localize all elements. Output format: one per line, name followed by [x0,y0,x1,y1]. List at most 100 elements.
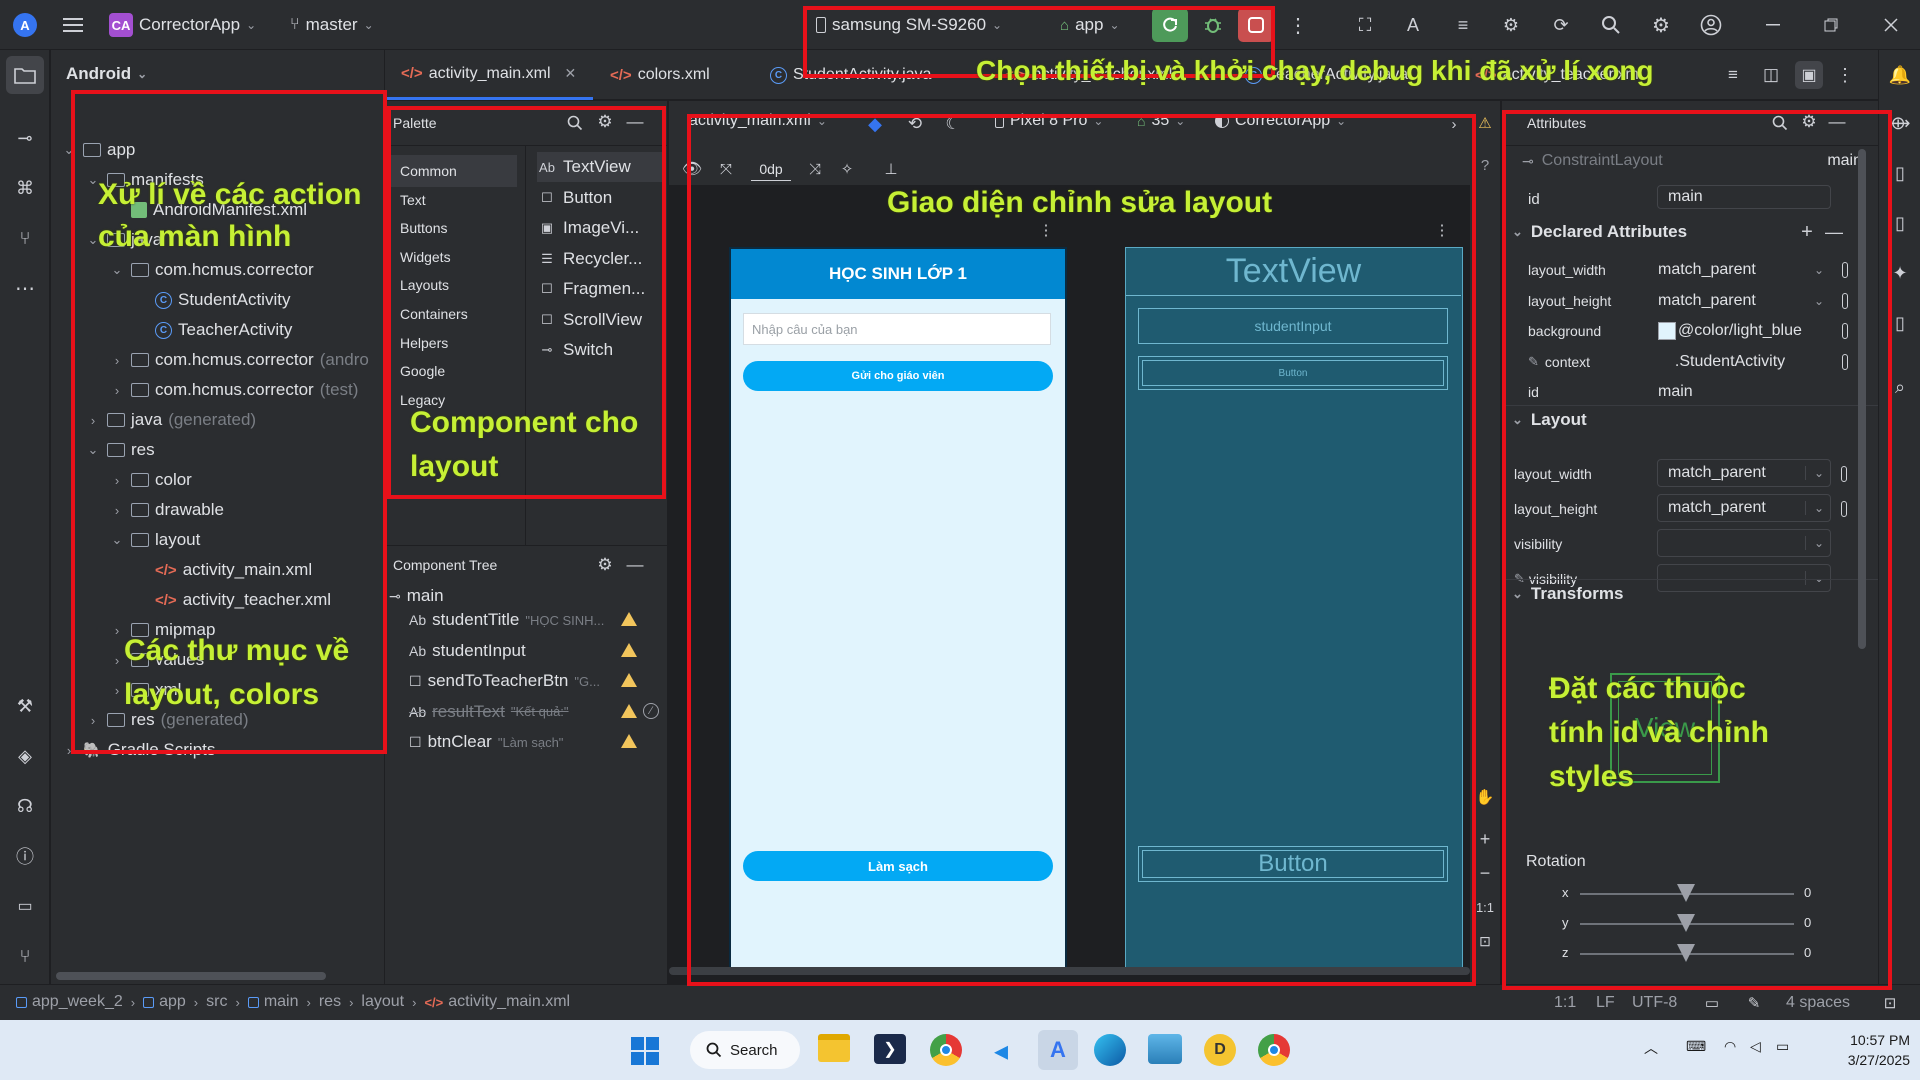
wifi-icon[interactable]: ◠ [1724,1038,1744,1058]
folder-icon [14,68,36,84]
warning-icon[interactable] [621,734,637,748]
breadcrumb-item[interactable]: src [206,993,227,1011]
branch-switcher[interactable]: ⑂ master ⌄ [290,12,374,38]
warning-icon[interactable]: ⚠ [1477,115,1493,132]
layout-inspector-icon[interactable]: ⛶ [1352,12,1378,38]
breadcrumb-label: res [318,993,342,1010]
gradle-icon[interactable]: ⚙ [1498,12,1524,38]
translate-icon[interactable]: A [1400,12,1426,38]
warning-icon[interactable] [621,673,637,687]
breadcrumb-item[interactable]: res [319,993,341,1011]
warning-icon[interactable] [621,703,637,718]
hide-panel-icon[interactable]: — [625,555,645,575]
photos-icon[interactable] [1148,1034,1182,1064]
close-icon[interactable] [1878,12,1904,38]
chevron-right-icon: › [130,994,136,1010]
split-view-icon[interactable]: ◫ [1759,63,1783,87]
zoom-to-actual-icon[interactable]: 1:1 [1475,897,1495,917]
xml-file-icon: </> [401,65,423,82]
breadcrumb-label: src [206,993,228,1010]
indent-setting[interactable]: 4 spaces [1786,994,1850,1012]
close-icon[interactable]: ✕ [565,65,577,82]
lock-icon[interactable]: ⊡ [1880,993,1900,1013]
project-view-selector[interactable]: Android ⌄ [66,64,147,84]
commit-icon[interactable]: ⊸ [11,124,39,152]
help-icon[interactable]: ? [1477,157,1493,174]
tab-colors[interactable]: </> colors.xml [610,50,710,100]
tab-activity-main[interactable]: </> activity_main.xml ✕ [385,50,593,100]
file-explorer-icon[interactable] [818,1034,850,1062]
blocked-icon[interactable]: ∕ [643,702,659,719]
terminal-icon[interactable]: ▭ [11,892,39,920]
chrome-icon[interactable] [930,1034,962,1066]
chrome-profile-icon[interactable] [1258,1034,1290,1066]
chevron-right-icon: › [235,994,240,1010]
component-id: resultText [432,701,505,721]
zoom-out-icon[interactable]: − [1475,863,1495,883]
design-view-icon[interactable]: ▣ [1795,61,1823,89]
logcat-icon[interactable]: ≡ [1450,12,1476,38]
battery-icon[interactable]: ▭ [1776,1038,1796,1058]
tab-label: colors.xml [637,66,710,83]
file-encoding[interactable]: UTF-8 [1632,994,1677,1012]
code-view-icon[interactable]: ≡ [1721,63,1745,87]
component-tree-row[interactable]: Ab studentInput [409,637,526,665]
edge-icon[interactable] [1094,1034,1126,1066]
main-menu-icon[interactable] [60,12,86,38]
inspection-profile-icon[interactable]: ✎ [1744,993,1764,1013]
breadcrumb-item[interactable]: layout [361,993,404,1011]
cursor-position[interactable]: 1:1 [1554,994,1576,1012]
actions-note-line1: Xử lí về các action [98,178,362,211]
android-studio-taskbar-icon[interactable]: A [1038,1030,1078,1070]
minimize-icon[interactable] [1760,12,1786,38]
settings-gear-icon[interactable]: ⚙ [595,555,615,575]
keyboard-icon[interactable]: ⌨ [1686,1038,1708,1058]
gem-icon[interactable]: ◈ [11,742,39,770]
project-tool-button[interactable] [6,56,44,94]
breadcrumb-item[interactable]: main [247,993,299,1011]
warning-icon[interactable] [621,642,637,657]
breadcrumb-item[interactable]: </> activity_main.xml [424,993,570,1011]
zoom-to-fit-icon[interactable]: ⊡ [1475,931,1495,951]
taskbar-search[interactable]: Search [690,1031,800,1069]
breadcrumb-item[interactable]: app_week_2 [16,993,123,1011]
restore-icon[interactable] [1818,12,1844,38]
search-icon[interactable] [1598,12,1624,38]
layout-note: Giao diện chỉnh sửa layout [887,186,1273,219]
more-vertical-icon[interactable]: ⋮ [1835,63,1855,87]
show-hidden-icons-icon[interactable]: ︿ [1644,1038,1664,1058]
component-tree-row[interactable]: Ab resultText "Kết quả:" [409,698,569,726]
terminal-app-icon[interactable]: ❯ [874,1034,906,1064]
volume-icon[interactable]: ◁ [1750,1038,1770,1058]
component-tree-row[interactable]: ☐ btnClear "Làm sạch" [409,728,563,756]
postman-icon[interactable]: D [1204,1034,1236,1066]
build-hammer-icon[interactable]: ⚒ [11,692,39,720]
component-tree-row[interactable]: ☐ sendToTeacherBtn "G... [409,667,600,695]
android-cat-icon[interactable]: ☊ [11,792,39,820]
project-switcher[interactable]: CA CorrectorApp ⌄ [109,12,256,38]
design-canvas-highlight-box [687,114,1476,986]
component-tree-row[interactable]: Ab studentTitle "HỌC SINH... [409,606,604,634]
git-icon[interactable]: ⑂ [11,942,39,970]
readonly-toggle-icon[interactable]: ▭ [1702,993,1722,1013]
pan-hand-icon[interactable]: ✋ [1475,787,1495,807]
more-vertical-icon[interactable]: ⋮ [1288,12,1308,38]
component-tree-title: Component Tree [393,557,498,573]
structure-icon[interactable]: ⌘ [11,174,39,202]
notifications-bell-icon[interactable]: 🔔 [1887,62,1913,88]
warning-icon[interactable] [621,612,637,626]
more-horizontal-icon[interactable]: ⋯ [11,274,39,302]
pull-requests-icon[interactable]: ⑂ [11,224,39,252]
horizontal-scrollbar[interactable] [56,972,326,980]
settings-gear-icon[interactable]: ⚙ [1648,12,1674,38]
windows-start-icon[interactable] [630,1036,660,1066]
zoom-in-icon[interactable]: + [1475,829,1495,849]
line-separator[interactable]: LF [1596,994,1615,1012]
breadcrumb-item[interactable]: app [143,993,186,1011]
account-icon[interactable] [1698,12,1724,38]
sync-icon[interactable]: ⟳ [1548,12,1574,38]
vscode-icon[interactable]: ◂ [985,1034,1017,1066]
taskbar-clock[interactable]: 10:57 PM 3/27/2025 [1820,1030,1910,1070]
problems-icon[interactable]: ⓘ [11,842,39,870]
tree-root-label: main [406,586,444,605]
